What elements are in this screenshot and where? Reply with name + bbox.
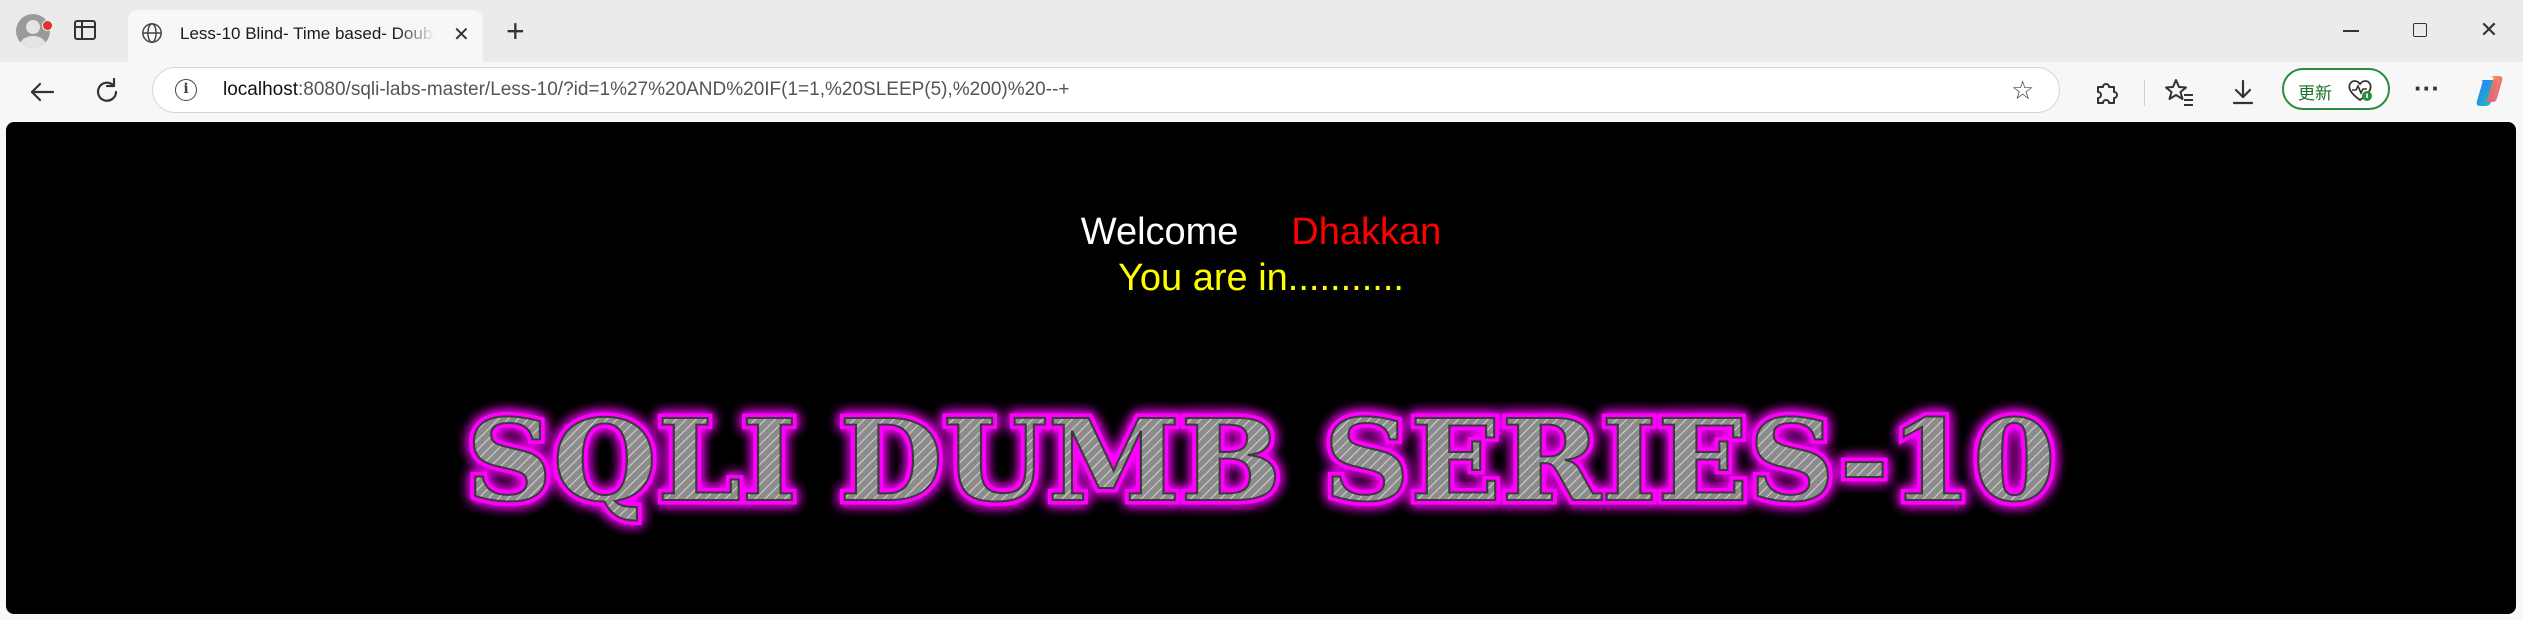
tab-close-icon[interactable]: ✕ — [453, 24, 470, 46]
sqli-dumb-series-banner: SQLI DUMB SERIES-10 SQLI DUMB SERIES-10 — [462, 392, 2061, 532]
globe-icon — [142, 23, 162, 43]
update-button[interactable]: 更新 — [2282, 68, 2390, 110]
window-close-button[interactable]: ✕ — [2474, 16, 2504, 46]
profile-notification-badge — [42, 20, 53, 31]
maximize-button[interactable] — [2405, 16, 2435, 46]
username-text: Dhakkan — [1291, 211, 1442, 253]
new-tab-button[interactable]: + — [506, 15, 525, 47]
update-label: 更新 — [2298, 84, 2332, 103]
site-info-icon[interactable]: i — [175, 79, 197, 101]
address-bar[interactable]: i localhost:8080/sqli-labs-master/Less-1… — [152, 67, 2060, 113]
back-arrow-icon[interactable] — [26, 76, 58, 108]
welcome-label: Welcome — [1080, 211, 1239, 253]
more-options-icon[interactable]: ··· — [2411, 75, 2443, 108]
page-viewport: Welcome Dhakkan You are in........... SQ… — [6, 122, 2516, 614]
browser-health-icon — [2348, 80, 2372, 102]
url-path: :8080/sqli-labs-master/Less-10/?id=1%27%… — [298, 79, 1070, 100]
downloads-icon[interactable] — [2227, 76, 2259, 108]
extensions-puzzle-icon[interactable] — [2090, 76, 2122, 108]
welcome-line: Welcome Dhakkan — [6, 210, 2516, 254]
minimize-button[interactable] — [2336, 16, 2366, 46]
url-host: localhost — [223, 79, 298, 100]
profile-avatar-icon[interactable] — [16, 14, 50, 48]
tab-actions-icon[interactable] — [74, 20, 96, 40]
copilot-icon[interactable] — [2472, 72, 2510, 110]
reload-icon[interactable] — [91, 76, 123, 108]
tab-title: Less-10 Blind- Time based- Double Quotes… — [180, 24, 435, 43]
login-status-message: You are in........... — [1118, 257, 1404, 299]
favorites-icon[interactable] — [2163, 76, 2195, 108]
tab-active[interactable]: Less-10 Blind- Time based- Double Quotes… — [128, 10, 483, 62]
toolbar-divider — [2144, 80, 2145, 106]
favorite-star-icon[interactable]: ☆ — [2011, 76, 2034, 104]
url-text[interactable]: localhost:8080/sqli-labs-master/Less-10/… — [223, 79, 1070, 101]
browser-toolbar: i localhost:8080/sqli-labs-master/Less-1… — [0, 62, 2523, 122]
banner-text: SQLI DUMB SERIES-10 — [466, 396, 2056, 527]
title-bar: Less-10 Blind- Time based- Double Quotes… — [0, 0, 2523, 62]
